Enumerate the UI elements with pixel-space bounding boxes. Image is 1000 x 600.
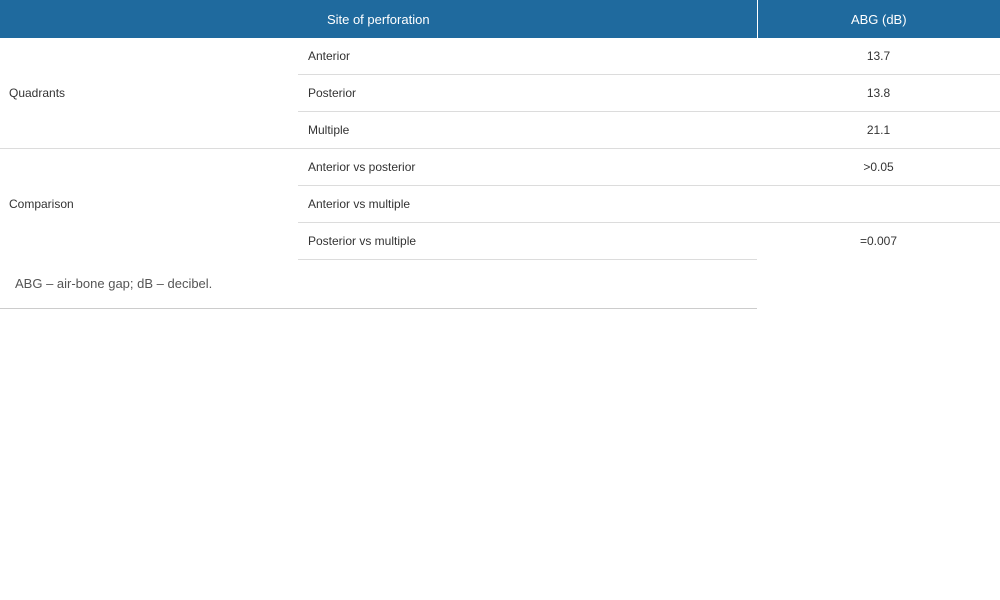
row-value: 13.8 — [757, 74, 1000, 112]
row-value: =0.007 — [859, 234, 898, 249]
row-label: Anterior vs multiple — [298, 185, 757, 223]
footnote-text: ABG – air-bone gap; dB – decibel. — [15, 276, 213, 291]
row-value: >0.05 — [757, 148, 1000, 186]
row-value: 21.1 — [757, 111, 1000, 149]
row-label: Posterior — [298, 74, 757, 112]
header-row: Site of perforation ABG (dB) — [0, 0, 1000, 38]
group-label-quadrants: Quadrants — [0, 38, 298, 149]
table-row: Comparison Anterior vs posterior >0.05 — [0, 148, 1000, 211]
results-table: Site of perforation ABG (dB) Quadrants A… — [0, 0, 1000, 260]
row-label: Posterior vs multiple — [298, 222, 757, 260]
row-label: Anterior vs posterior — [298, 148, 757, 186]
table-row: Quadrants Anterior 13.7 — [0, 38, 1000, 149]
row-value: 13.7 — [757, 38, 1000, 75]
row-label: Anterior — [298, 38, 757, 75]
table-footnote: ABG – air-bone gap; dB – decibel. — [0, 258, 757, 309]
header-abg-db: ABG (dB) — [757, 0, 1000, 38]
row-label: Multiple — [298, 111, 757, 149]
row-value — [757, 185, 1000, 223]
group-label-comparison: Comparison — [9, 197, 74, 212]
header-site-of-perforation: Site of perforation — [0, 0, 758, 38]
